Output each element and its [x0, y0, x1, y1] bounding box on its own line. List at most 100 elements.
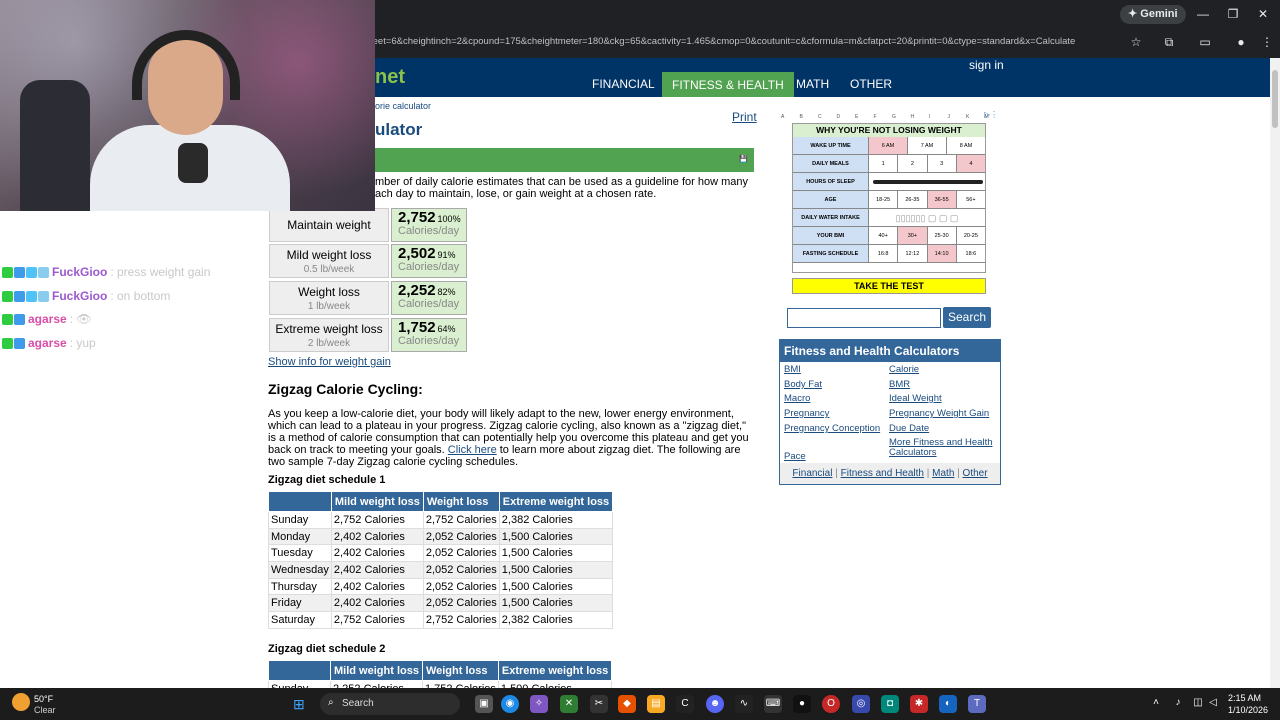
discord-icon[interactable]: ☻	[706, 695, 724, 713]
tab-search-icon[interactable]: ▭	[1196, 33, 1214, 51]
zigzag-learn-more-link[interactable]: Click here	[448, 444, 497, 456]
ad-quiz-option[interactable]: 20-25	[955, 227, 985, 245]
xbox-icon[interactable]: ✕	[560, 695, 578, 713]
calc-link[interactable]: Ideal Weight	[889, 394, 999, 404]
ad-quiz-option[interactable]: 40+	[868, 227, 898, 245]
calc-link[interactable]: Pregnancy	[784, 409, 829, 419]
ad-quiz-row: HOURS OF SLEEP	[793, 173, 985, 191]
opera-gx-icon[interactable]: O	[822, 695, 840, 713]
app-icon-dark[interactable]: ●	[793, 695, 811, 713]
sign-in-link[interactable]: sign in	[969, 58, 1004, 72]
calc-link[interactable]: Body Fat	[784, 380, 822, 390]
taskbar-search[interactable]: Search	[320, 693, 460, 715]
ad-quiz-option[interactable]: 4	[955, 155, 985, 173]
ad-quiz-card[interactable]: WHY YOU'RE NOT LOSING WEIGHT WAKE UP TIM…	[792, 123, 986, 273]
ad-quiz-option[interactable]: 2	[897, 155, 927, 173]
ad-choices-icon[interactable]: ▷⋮	[984, 110, 998, 119]
calc-link[interactable]: Calorie	[889, 365, 999, 375]
table-row: Wednesday 2,402 Calories 2,052 Calories 1,5…	[268, 561, 614, 579]
site-search-button[interactable]: Search	[943, 307, 991, 328]
print-link[interactable]: Print	[732, 110, 757, 124]
ad-quiz-option[interactable]: 3	[926, 155, 956, 173]
obs-icon[interactable]: ◎	[852, 695, 870, 713]
ad-quiz-option[interactable]: 14:10	[926, 245, 956, 263]
show-weight-gain-link[interactable]: Show info for weight gain	[268, 356, 391, 368]
footer-link-financial[interactable]: Financial	[792, 468, 832, 479]
app-icon-red[interactable]: ✱	[910, 695, 928, 713]
address-bar[interactable]: feet=6&cheightinch=2&cpound=175&cheightm…	[370, 31, 1160, 53]
weather-temperature[interactable]: 50°F	[34, 694, 53, 704]
app-icon[interactable]: C	[676, 695, 694, 713]
calc-link[interactable]: Macro	[784, 394, 810, 404]
scrollbar-thumb[interactable]	[1272, 70, 1278, 128]
close-icon[interactable]: ✕	[1248, 5, 1278, 23]
nav-math[interactable]: MATH	[786, 71, 839, 97]
ad-quiz-option[interactable]: 7 AM	[907, 137, 946, 155]
advertisement[interactable]: ABCDEFGHIJKM ▷⋮ WHY YOU'RE NOT LOSING WE…	[779, 110, 1001, 296]
calc-link[interactable]: BMI	[784, 365, 801, 375]
file-explorer-icon[interactable]: ▤	[647, 695, 665, 713]
weather-moon-icon[interactable]	[12, 693, 30, 711]
teams-icon[interactable]: T	[968, 695, 986, 713]
breadcrumb[interactable]: orie calculator	[375, 101, 431, 111]
ad-sleep-slider[interactable]	[868, 173, 985, 191]
volume-icon[interactable]: ◁	[1207, 697, 1219, 709]
nav-other[interactable]: OTHER	[840, 71, 902, 97]
clock-date[interactable]: 1/10/2026	[1228, 705, 1268, 715]
ad-quiz-option[interactable]: 12:12	[897, 245, 927, 263]
ad-column-letter: I	[929, 114, 931, 120]
ad-column-letter: F	[873, 114, 877, 120]
menu-kebab-icon[interactable]: ⋮	[1258, 33, 1276, 51]
ad-quiz-option[interactable]: 8 AM	[946, 137, 985, 155]
ad-quiz-option[interactable]: 56+	[955, 191, 985, 209]
footer-link-math[interactable]: Math	[932, 468, 954, 479]
save-icon[interactable]: 💾	[739, 153, 749, 166]
bookmark-star-icon[interactable]: ☆	[1127, 33, 1145, 51]
result-percent: 91%	[437, 250, 456, 260]
copilot-icon[interactable]: ✧	[530, 695, 548, 713]
network-icon[interactable]: ◫	[1192, 697, 1204, 709]
take-the-test-button[interactable]: TAKE THE TEST	[792, 278, 986, 294]
ad-water-cups[interactable]: ▯▯▯▯▯▯ ▢ ▢ ▢	[868, 209, 985, 227]
ad-quiz-option[interactable]: 30+	[897, 227, 927, 245]
calc-link[interactable]: Pregnancy Weight Gain	[889, 409, 999, 419]
minimize-icon[interactable]: —	[1188, 5, 1218, 23]
tray-chevron-icon[interactable]: ˄	[1150, 697, 1162, 709]
keyboard-app-icon[interactable]: ⌨	[764, 695, 782, 713]
app-icon-teal[interactable]: ◘	[881, 695, 899, 713]
calc-link[interactable]: Due Date	[889, 424, 999, 434]
ad-quiz-option[interactable]: 36-55	[926, 191, 956, 209]
site-logo[interactable]: net	[375, 66, 405, 89]
ad-quiz-option[interactable]: 16:8	[868, 245, 898, 263]
audio-app-icon[interactable]: ∿	[735, 695, 753, 713]
ad-quiz-option[interactable]: 6 AM	[868, 137, 907, 155]
ad-quiz-option[interactable]: 25-30	[926, 227, 956, 245]
gemini-button[interactable]: ✦ Gemini	[1120, 5, 1186, 24]
weather-description[interactable]: Clear	[34, 705, 56, 715]
clock-time[interactable]: 2:15 AM	[1228, 693, 1261, 703]
footer-link-fitness[interactable]: Fitness and Health	[841, 468, 924, 479]
capcut-icon[interactable]: ✂	[590, 695, 608, 713]
ad-quiz-option[interactable]: 18:6	[955, 245, 985, 263]
brave-icon[interactable]: ◆	[618, 695, 636, 713]
steam-icon[interactable]: ◐	[939, 695, 957, 713]
calc-link[interactable]: Pregnancy Conception	[784, 424, 880, 434]
extensions-icon[interactable]: ⧉	[1160, 33, 1178, 51]
chrome-icon[interactable]: ◉	[501, 695, 519, 713]
page-scrollbar[interactable]	[1270, 58, 1280, 688]
nav-financial[interactable]: FINANCIAL	[582, 71, 665, 97]
microphone-icon[interactable]: ♪	[1172, 697, 1184, 709]
ad-quiz-option[interactable]: 1	[868, 155, 898, 173]
task-view-icon[interactable]: ▣	[475, 695, 493, 713]
footer-link-other[interactable]: Other	[963, 468, 988, 479]
ad-quiz-option[interactable]: 26-35	[897, 191, 927, 209]
calc-link[interactable]: Pace	[784, 452, 806, 462]
ad-quiz-option[interactable]: 18-25	[868, 191, 898, 209]
profile-avatar[interactable]: ●	[1232, 33, 1250, 51]
windows-start-icon[interactable]: ⊞	[293, 696, 309, 712]
calc-link[interactable]: More Fitness and Health Calculators	[889, 438, 999, 458]
nav-fitness-health[interactable]: FITNESS & HEALTH	[662, 72, 794, 97]
calc-link[interactable]: BMR	[889, 380, 999, 390]
maximize-icon[interactable]: ❐	[1218, 5, 1248, 23]
site-search-input[interactable]	[787, 308, 941, 328]
